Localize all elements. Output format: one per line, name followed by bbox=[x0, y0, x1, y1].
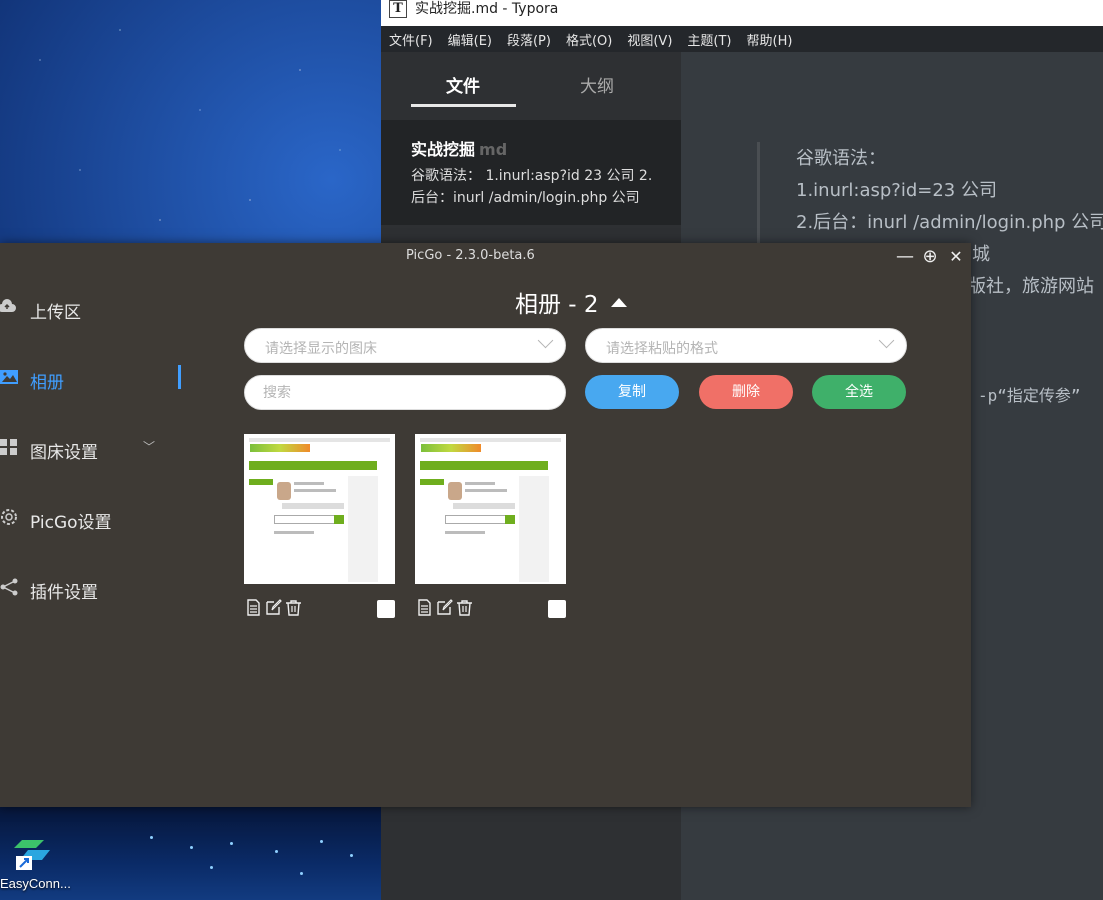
nav-plugin-label: 插件设置 bbox=[30, 583, 98, 603]
gear-icon bbox=[1, 509, 17, 525]
gallery-title[interactable]: 相册 - 2 bbox=[515, 285, 627, 319]
image-thumbnail[interactable] bbox=[244, 434, 395, 584]
file-list-item[interactable]: 实战挖掘 md 谷歌语法： 1.inurl:asp?id 23 公司 2. 后台：… bbox=[381, 120, 681, 225]
nav-gallery-label: 相册 bbox=[30, 373, 64, 393]
file-name-text: 实战挖掘 bbox=[411, 140, 476, 159]
file-preview: 谷歌语法： 1.inurl:asp?id 23 公司 2. 后台：inurl /… bbox=[411, 165, 673, 209]
chevron-down-icon: ﹀ bbox=[143, 440, 156, 454]
search-input[interactable] bbox=[263, 383, 543, 403]
picgo-window: PicGo - 2.3.0-beta.6 — ⊕ ✕ 上传区 相册 图床设置 ﹀… bbox=[0, 243, 971, 807]
file-extension: md bbox=[479, 140, 508, 159]
cloud-upload-icon bbox=[0, 299, 16, 312]
menu-edit[interactable]: 编辑(E) bbox=[448, 30, 492, 49]
trash-icon[interactable] bbox=[285, 599, 302, 616]
menu-paragraph[interactable]: 段落(P) bbox=[507, 30, 551, 49]
picgo-window-title: PicGo - 2.3.0-beta.6 bbox=[406, 248, 535, 263]
caret-up-icon bbox=[610, 298, 627, 307]
gallery-panel: 相册 - 2 请选择显示的图床 请选择粘贴的格式 复制 删除 全选 bbox=[200, 271, 971, 807]
paste-format-select[interactable]: 请选择粘贴的格式 bbox=[585, 328, 907, 363]
menu-themes[interactable]: 主题(T) bbox=[687, 30, 731, 49]
file-preview-line-1: 谷歌语法： 1.inurl:asp?id 23 公司 2. bbox=[411, 168, 653, 184]
nav-picbed-label: 图床设置 bbox=[30, 443, 98, 463]
file-name: 实战挖掘 md bbox=[411, 136, 507, 160]
picgo-sidebar: 上传区 相册 图床设置 ﹀ PicGo设置 插件设置 bbox=[0, 271, 200, 807]
pin-button[interactable]: ⊕ bbox=[920, 247, 940, 267]
file-text-icon[interactable] bbox=[416, 599, 433, 616]
tab-files[interactable]: 文件 bbox=[446, 72, 480, 97]
editor-line-1: 谷歌语法： bbox=[796, 148, 886, 169]
nav-picgo-settings[interactable]: PicGo设置 bbox=[0, 498, 200, 538]
menu-view[interactable]: 视图(V) bbox=[627, 30, 672, 49]
share-icon bbox=[0, 578, 18, 596]
select-checkbox[interactable] bbox=[548, 600, 566, 618]
nav-picgo-settings-label: PicGo设置 bbox=[30, 513, 112, 533]
select-all-button[interactable]: 全选 bbox=[812, 375, 906, 409]
edit-icon[interactable] bbox=[265, 599, 282, 616]
image-icon bbox=[0, 370, 18, 384]
easyconnect-icon bbox=[14, 840, 50, 870]
chevron-down-icon bbox=[537, 332, 554, 349]
menu-format[interactable]: 格式(O) bbox=[566, 30, 612, 49]
typora-menubar: 文件(F) 编辑(E) 段落(P) 格式(O) 视图(V) 主题(T) 帮助(H… bbox=[381, 26, 1103, 52]
card-toolbar bbox=[244, 599, 395, 619]
sidebar-tabs: 文件 大纲 bbox=[381, 52, 681, 118]
trash-icon[interactable] bbox=[456, 599, 473, 616]
typora-app-icon: T bbox=[389, 0, 407, 18]
copy-button[interactable]: 复制 bbox=[585, 375, 679, 409]
typora-titlebar[interactable]: T 实战挖掘.md - Typora bbox=[381, 0, 1103, 26]
file-preview-line-2: 后台：inurl /admin/login.php 公司 bbox=[411, 190, 640, 206]
editor-line-2: 1.inurl:asp?id=23 公司 bbox=[796, 180, 997, 201]
picgo-titlebar[interactable]: PicGo - 2.3.0-beta.6 — ⊕ ✕ bbox=[0, 243, 971, 271]
image-thumbnail[interactable] bbox=[415, 434, 566, 584]
close-button[interactable]: ✕ bbox=[946, 247, 966, 267]
active-tab-indicator bbox=[411, 104, 516, 107]
nav-active-indicator bbox=[178, 365, 181, 389]
nav-plugin-settings[interactable]: 插件设置 bbox=[0, 568, 200, 608]
format-select-placeholder: 请选择粘贴的格式 bbox=[606, 341, 718, 357]
nav-gallery[interactable]: 相册 bbox=[0, 358, 200, 398]
desktop-shortcut-label: EasyConn... bbox=[0, 876, 71, 891]
editor-line-5: 版社，旅游网站 bbox=[968, 276, 1094, 297]
nav-picbed-settings[interactable]: 图床设置 ﹀ bbox=[0, 428, 200, 468]
minimize-button[interactable]: — bbox=[895, 247, 915, 267]
file-text-icon[interactable] bbox=[245, 599, 262, 616]
menu-help[interactable]: 帮助(H) bbox=[747, 30, 793, 49]
delete-button[interactable]: 删除 bbox=[699, 375, 793, 409]
nav-upload-label: 上传区 bbox=[30, 303, 81, 323]
chevron-down-icon bbox=[878, 332, 895, 349]
menu-file[interactable]: 文件(F) bbox=[389, 30, 433, 49]
typora-window-title: 实战挖掘.md - Typora bbox=[415, 1, 559, 17]
editor-line-3: 2.后台：inurl /admin/login.php 公司 bbox=[796, 212, 1103, 233]
picbed-select[interactable]: 请选择显示的图床 bbox=[244, 328, 566, 363]
grid-icon bbox=[0, 439, 17, 455]
search-field[interactable] bbox=[244, 375, 566, 410]
select-checkbox[interactable] bbox=[377, 600, 395, 618]
editor-line-6: -p“指定传参” bbox=[978, 386, 1081, 405]
tab-outline[interactable]: 大纲 bbox=[580, 72, 614, 97]
edit-icon[interactable] bbox=[436, 599, 453, 616]
gallery-title-text: 相册 - 2 bbox=[515, 292, 599, 318]
card-toolbar bbox=[415, 599, 566, 619]
desktop-shortcut-easyconnect[interactable]: EasyConn... bbox=[0, 830, 80, 900]
nav-upload[interactable]: 上传区 bbox=[0, 288, 200, 328]
picbed-select-placeholder: 请选择显示的图床 bbox=[265, 341, 377, 357]
